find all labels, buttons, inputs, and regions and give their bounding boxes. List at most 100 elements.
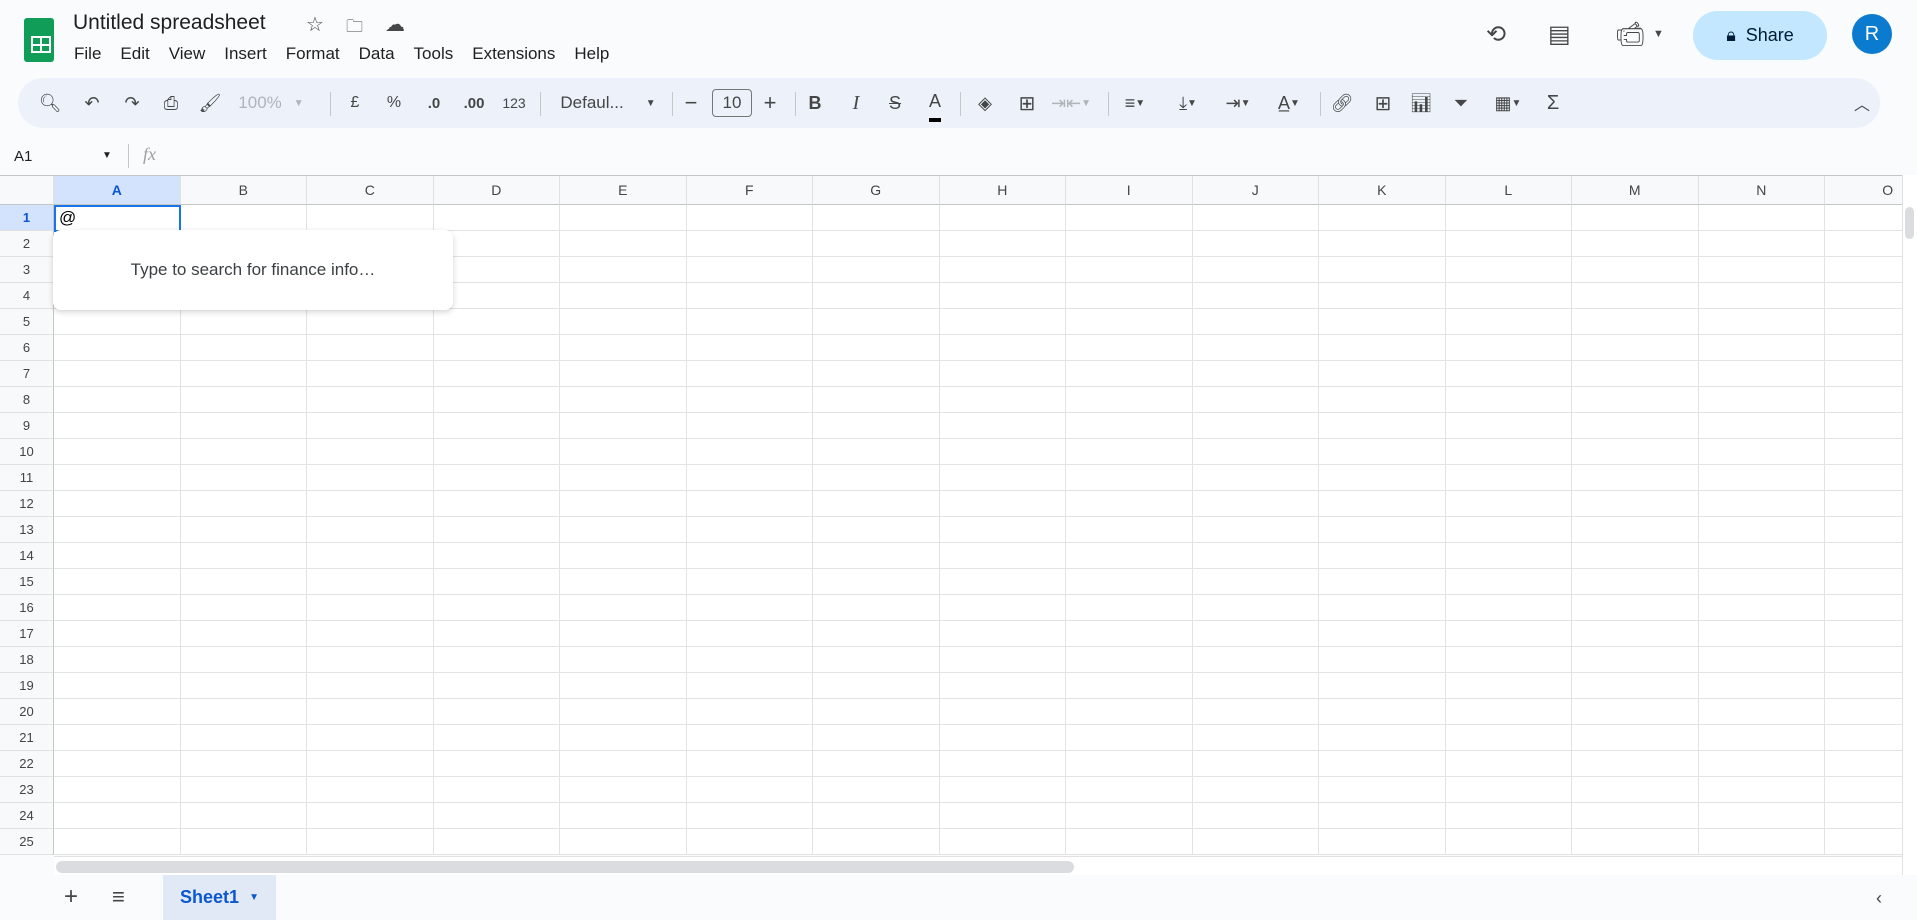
text-color-icon[interactable]: A — [928, 84, 942, 122]
currency-button[interactable]: £ — [351, 78, 360, 128]
vertical-scrollbar[interactable] — [1902, 175, 1917, 875]
row-header[interactable]: 8 — [0, 387, 54, 413]
row-header[interactable]: 12 — [0, 491, 54, 517]
meet-dropdown-icon[interactable]: ▼ — [1653, 28, 1664, 40]
column-header[interactable]: O — [1825, 176, 1902, 205]
horizontal-scroll-thumb[interactable] — [56, 861, 1074, 873]
row-header[interactable]: 20 — [0, 699, 54, 725]
version-history-icon[interactable]: ⟲ — [1486, 20, 1506, 49]
merge-cells-icon[interactable]: ⇥⇤ ▼ — [1051, 78, 1091, 128]
column-header[interactable]: G — [813, 176, 940, 205]
bold-button[interactable]: B — [809, 78, 822, 128]
column-header[interactable]: C — [307, 176, 434, 205]
decrease-decimal-button[interactable]: .0 — [428, 78, 441, 128]
column-header[interactable]: F — [686, 176, 813, 205]
name-box[interactable]: A1 ▼ — [14, 148, 112, 165]
zoom-select[interactable]: 100% ▼ — [238, 78, 303, 128]
functions-icon[interactable]: Σ — [1547, 78, 1559, 128]
borders-icon[interactable]: ⊞ — [1019, 78, 1036, 128]
row-header[interactable]: 18 — [0, 647, 54, 673]
cloud-saved-icon[interactable]: ☁ — [385, 12, 405, 37]
row-header[interactable]: 3 — [0, 257, 54, 283]
column-header[interactable]: E — [560, 176, 687, 205]
avatar[interactable]: R — [1852, 14, 1892, 54]
sheets-logo[interactable] — [24, 18, 54, 62]
document-title[interactable]: Untitled spreadsheet — [73, 11, 266, 35]
insert-chart-icon[interactable]: 📊︎ — [1410, 78, 1433, 128]
menu-edit[interactable]: Edit — [120, 44, 149, 64]
paint-format-icon[interactable]: 🖌︎ — [199, 78, 222, 128]
row-header[interactable]: 6 — [0, 335, 54, 361]
vertical-scroll-thumb[interactable] — [1905, 207, 1914, 239]
column-header[interactable]: I — [1066, 176, 1193, 205]
row-header[interactable]: 22 — [0, 751, 54, 777]
text-wrap-icon[interactable]: ⇥ ▼ — [1226, 78, 1251, 128]
formula-input[interactable] — [170, 140, 1890, 172]
column-header[interactable]: H — [939, 176, 1066, 205]
insert-comment-icon[interactable]: ⊞ — [1375, 78, 1392, 128]
row-header[interactable]: 14 — [0, 543, 54, 569]
horizontal-align-icon[interactable]: ≡ ▼ — [1125, 78, 1145, 128]
column-header[interactable]: B — [180, 176, 307, 205]
row-header[interactable]: 23 — [0, 777, 54, 803]
search-icon[interactable]: 🔍︎ — [39, 78, 62, 128]
active-cell[interactable]: @ — [54, 205, 181, 232]
undo-icon[interactable]: ↶ — [84, 78, 99, 128]
font-select[interactable]: Defaul... ▼ — [560, 78, 655, 128]
filter-icon[interactable]: ⏷ — [1454, 78, 1468, 128]
more-formats-button[interactable]: 123 — [502, 78, 525, 128]
menu-insert[interactable]: Insert — [224, 44, 267, 64]
row-header[interactable]: 24 — [0, 803, 54, 829]
menu-extensions[interactable]: Extensions — [472, 44, 555, 64]
column-header[interactable]: D — [433, 176, 560, 205]
menu-view[interactable]: View — [169, 44, 206, 64]
menu-data[interactable]: Data — [359, 44, 395, 64]
move-folder-icon[interactable]: 🗀 — [346, 14, 363, 43]
column-header[interactable]: L — [1445, 176, 1572, 205]
fill-color-icon[interactable]: ◈ — [978, 78, 992, 128]
row-header[interactable]: 5 — [0, 309, 54, 335]
font-size-input[interactable]: 10 — [712, 89, 752, 117]
percent-button[interactable]: % — [387, 78, 401, 128]
collapse-toolbar-icon[interactable]: ︿ — [1854, 78, 1870, 128]
comments-icon[interactable]: ▤ — [1548, 20, 1571, 49]
redo-icon[interactable]: ↷ — [124, 78, 139, 128]
row-header[interactable]: 10 — [0, 439, 54, 465]
decrease-font-size-icon[interactable]: − — [685, 78, 698, 128]
row-header[interactable]: 25 — [0, 829, 54, 855]
row-header[interactable]: 11 — [0, 465, 54, 491]
add-sheet-icon[interactable]: + — [64, 883, 78, 911]
column-header[interactable]: J — [1192, 176, 1319, 205]
table-view-icon[interactable]: ▦ ▼ — [1495, 78, 1522, 128]
row-header[interactable]: 7 — [0, 361, 54, 387]
row-header[interactable]: 17 — [0, 621, 54, 647]
menu-help[interactable]: Help — [574, 44, 609, 64]
increase-decimal-button[interactable]: .00 — [464, 78, 485, 128]
explore-collapse-icon[interactable]: ‹ — [1876, 888, 1882, 909]
strikethrough-icon[interactable]: S — [889, 78, 901, 128]
all-sheets-icon[interactable]: ≡ — [112, 884, 125, 910]
row-header[interactable]: 21 — [0, 725, 54, 751]
meet-icon[interactable]: 📹︎ — [1615, 20, 1645, 49]
row-header[interactable]: 2 — [0, 231, 54, 257]
column-header[interactable]: K — [1319, 176, 1446, 205]
share-button[interactable]: 🔒︎ Share — [1693, 11, 1827, 60]
column-header[interactable]: M — [1572, 176, 1699, 205]
row-header[interactable]: 9 — [0, 413, 54, 439]
insert-link-icon[interactable]: 🔗︎ — [1331, 78, 1354, 128]
sheet-tab[interactable]: Sheet1 ▼ — [163, 875, 276, 920]
column-header[interactable]: N — [1698, 176, 1825, 205]
italic-button[interactable]: I — [853, 78, 860, 128]
row-header[interactable]: 15 — [0, 569, 54, 595]
menu-tools[interactable]: Tools — [414, 44, 454, 64]
text-rotation-icon[interactable]: A̲ ▼ — [1278, 78, 1300, 128]
row-header[interactable]: 16 — [0, 595, 54, 621]
print-icon[interactable]: ⎙ — [164, 78, 178, 128]
star-icon[interactable]: ☆ — [306, 12, 324, 37]
row-header[interactable]: 1 — [0, 205, 54, 231]
menu-file[interactable]: File — [74, 44, 101, 64]
increase-font-size-icon[interactable]: + — [764, 78, 777, 128]
column-header[interactable]: A — [54, 176, 181, 205]
menu-format[interactable]: Format — [286, 44, 340, 64]
row-header[interactable]: 19 — [0, 673, 54, 699]
